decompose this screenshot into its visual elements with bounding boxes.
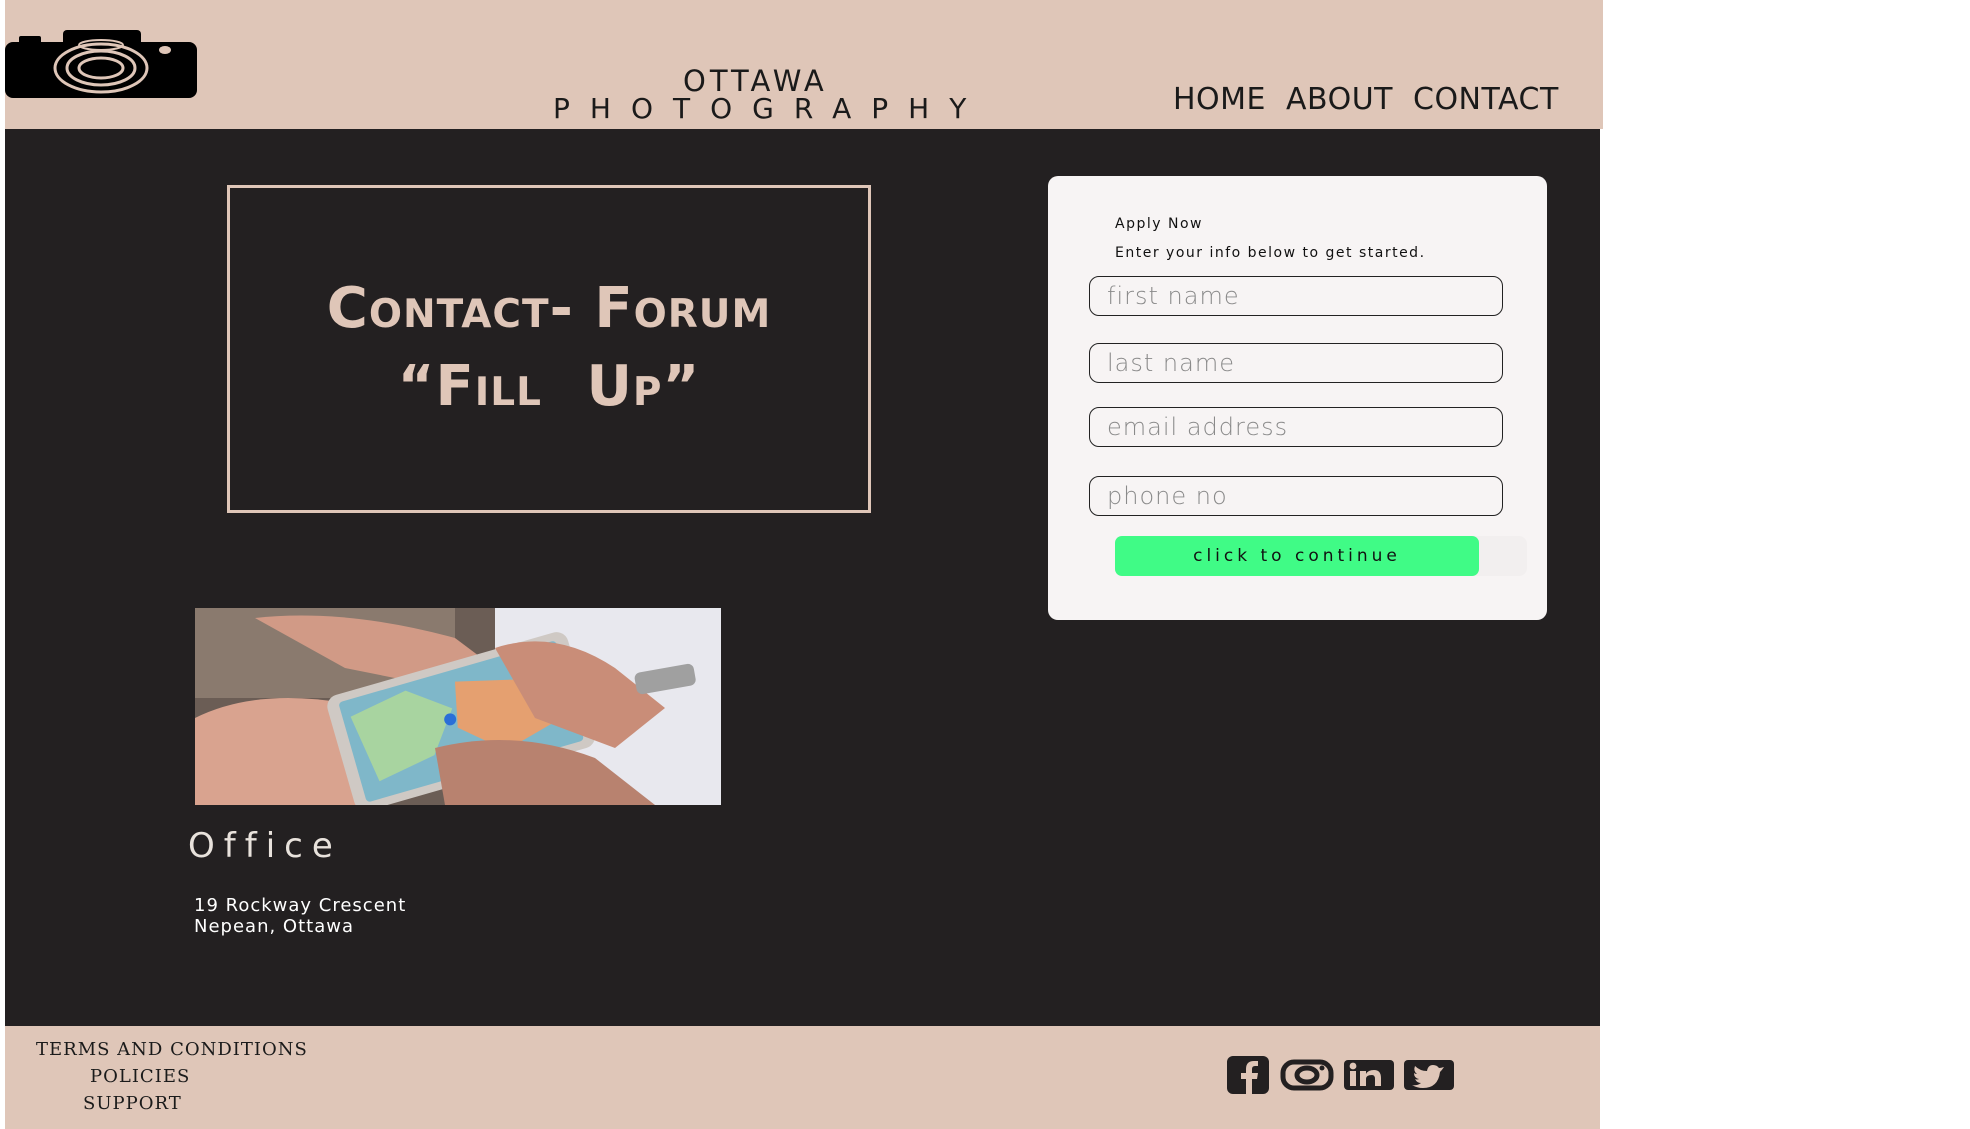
main-nav: HOME ABOUT CONTACT	[1173, 82, 1559, 117]
site-footer: TERMS AND CONDITIONS POLICIES SUPPORT	[5, 1026, 1600, 1129]
office-address: 19 Rockway Crescent Nepean, Ottawa	[194, 895, 406, 937]
nav-contact-link[interactable]: CONTACT	[1413, 82, 1559, 117]
linkedin-icon[interactable]	[1344, 1060, 1394, 1094]
hero-box: Contact- Forum “Fill Up”	[227, 185, 871, 513]
nav-about-link[interactable]: ABOUT	[1286, 82, 1393, 117]
twitter-icon[interactable]	[1404, 1060, 1454, 1094]
site-header: OTTAWA PHOTOGRAPHY HOME ABOUT CONTACT	[5, 0, 1603, 129]
facebook-icon[interactable]	[1226, 1056, 1270, 1098]
main-content: Contact- Forum “Fill Up” Office 19 Rockw…	[5, 129, 1600, 1026]
nav-home-link[interactable]: HOME	[1173, 82, 1266, 117]
apply-form-card: Apply Now Enter your info below to get s…	[1048, 176, 1547, 620]
terms-link[interactable]: TERMS AND CONDITIONS	[36, 1039, 308, 1060]
email-input[interactable]	[1089, 407, 1503, 447]
continue-button[interactable]: click to continue	[1115, 536, 1479, 576]
office-address-line1: 19 Rockway Crescent	[194, 895, 407, 916]
page: OTTAWA PHOTOGRAPHY HOME ABOUT CONTACT Co…	[5, 0, 1603, 1129]
form-title: Apply Now	[1115, 216, 1203, 232]
office-address-line2: Nepean, Ottawa	[194, 916, 354, 937]
instagram-icon[interactable]	[1280, 1059, 1334, 1095]
support-link[interactable]: SUPPORT	[83, 1093, 182, 1114]
hero-title: Contact- Forum	[326, 276, 772, 341]
policies-link[interactable]: POLICIES	[90, 1066, 190, 1087]
map-phone-photo	[195, 608, 721, 805]
office-title: Office	[188, 826, 342, 866]
form-subtitle: Enter your info below to get started.	[1115, 245, 1426, 261]
first-name-input[interactable]	[1089, 276, 1503, 316]
social-links	[1226, 1056, 1454, 1098]
brand-title-line2: PHOTOGRAPHY	[553, 92, 987, 125]
hero-subtitle: “Fill Up”	[397, 354, 701, 419]
last-name-input[interactable]	[1089, 343, 1503, 383]
phone-input[interactable]	[1089, 476, 1503, 516]
camera-logo-icon[interactable]	[5, 28, 197, 98]
continue-button-wrapper: click to continue	[1115, 536, 1527, 576]
